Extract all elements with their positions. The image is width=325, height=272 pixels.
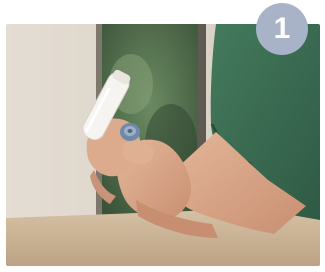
illustration-frame [6,24,320,266]
step-number-badge: 1 [256,3,308,55]
instruction-photo [6,24,320,266]
pen-cap [120,123,140,141]
